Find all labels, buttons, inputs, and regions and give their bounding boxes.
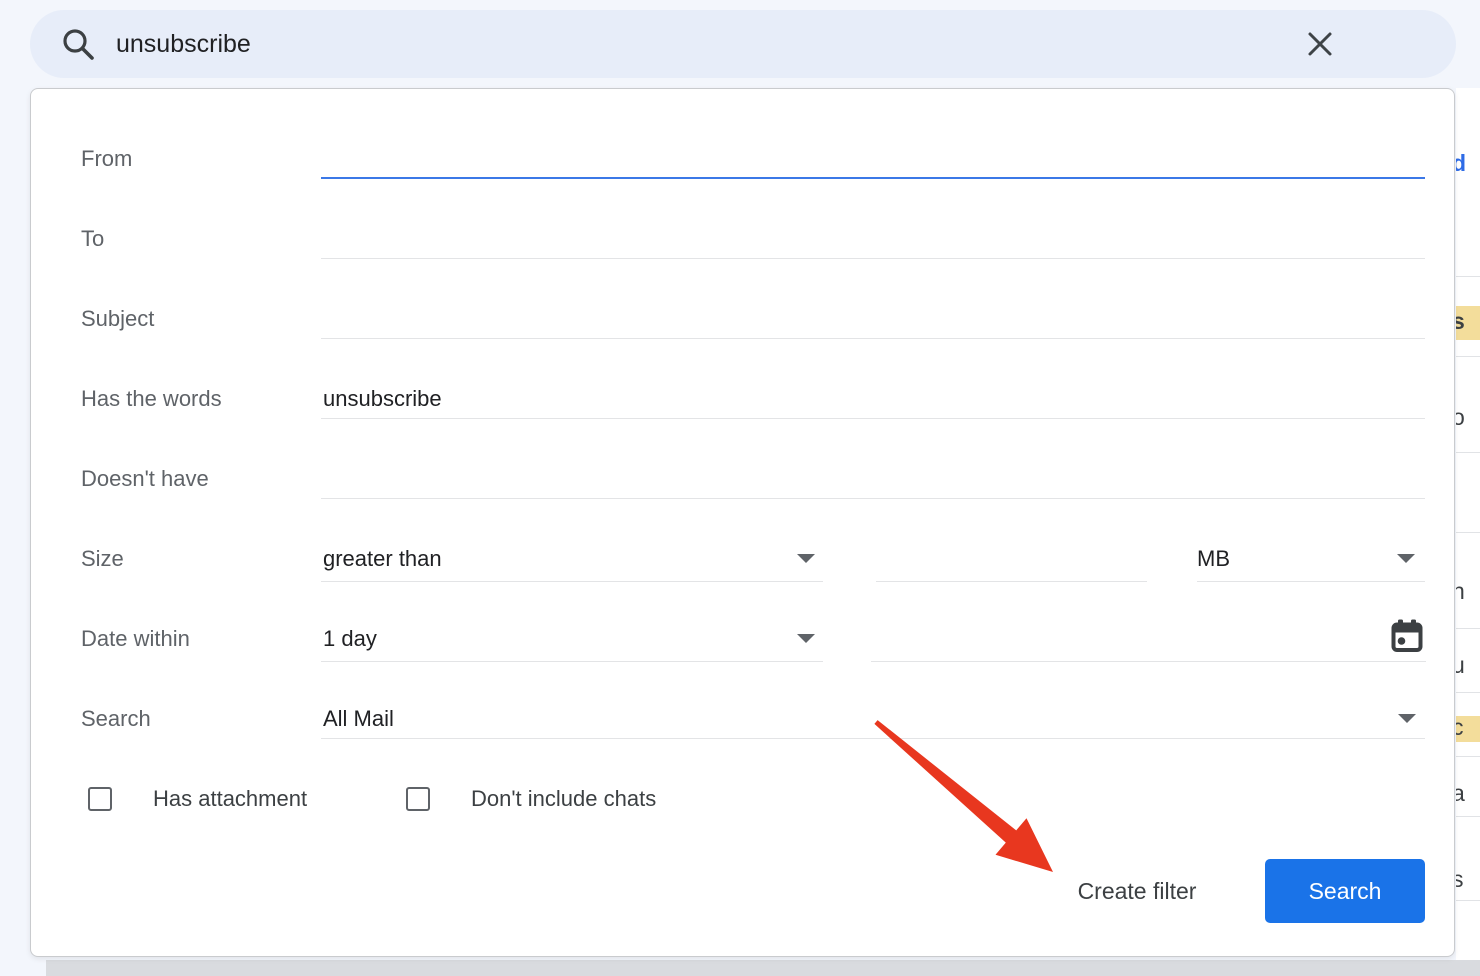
dont-include-chats-checkbox[interactable]	[406, 787, 430, 811]
size-label: Size	[81, 546, 124, 572]
gmail-search-filter-page: d s o ' n u c a s From To	[0, 0, 1480, 976]
size-amount-input[interactable]	[876, 581, 1147, 582]
date-within-label: Date within	[81, 626, 190, 652]
background-bottom-divider	[46, 960, 1480, 976]
doesnt-have-label: Doesn't have	[81, 466, 209, 492]
has-attachment-label: Has attachment	[153, 786, 307, 812]
create-filter-button[interactable]: Create filter	[1057, 867, 1217, 915]
from-label: From	[81, 146, 132, 172]
close-search-button[interactable]	[1300, 24, 1340, 64]
close-icon	[1304, 28, 1336, 60]
email-row-divider	[1456, 756, 1480, 757]
has-words-value[interactable]: unsubscribe	[323, 386, 442, 412]
search-scope-label: Search	[81, 706, 151, 732]
search-scope-dropdown[interactable]	[321, 738, 1425, 739]
search-filter-dialog: From To Subject Has the words unsubscrib…	[30, 88, 1455, 957]
email-text-fragment: s	[1456, 308, 1465, 335]
has-attachment-checkbox[interactable]	[88, 787, 112, 811]
email-row-divider	[1456, 452, 1480, 453]
size-operator-value: greater than	[323, 546, 442, 572]
size-unit-dropdown[interactable]	[1197, 581, 1425, 582]
search-bar[interactable]	[30, 10, 1456, 78]
date-range-dropdown[interactable]	[321, 661, 823, 662]
doesnt-have-input[interactable]	[321, 498, 1425, 499]
email-text-fragment: d	[1456, 150, 1466, 177]
date-range-chevron-down-icon[interactable]	[797, 634, 815, 643]
date-range-value: 1 day	[323, 626, 377, 652]
email-row-divider	[1456, 276, 1480, 277]
dont-include-chats-label: Don't include chats	[471, 786, 656, 812]
search-input[interactable]	[116, 30, 1300, 59]
search-icon	[60, 26, 96, 62]
email-text-fragment: n	[1456, 578, 1465, 605]
search-scope-value: All Mail	[323, 706, 394, 732]
background-email-list-strip: d s o ' n u c a s	[1456, 88, 1480, 976]
email-text-fragment: c	[1456, 714, 1464, 741]
calendar-icon[interactable]	[1391, 619, 1423, 653]
has-words-input[interactable]	[321, 418, 1425, 419]
size-operator-dropdown[interactable]	[321, 581, 823, 582]
email-row-divider	[1456, 692, 1480, 693]
email-row-divider	[1456, 900, 1480, 901]
search-scope-chevron-down-icon[interactable]	[1398, 714, 1416, 723]
email-row-divider	[1456, 532, 1480, 533]
subject-input[interactable]	[321, 338, 1425, 339]
has-words-label: Has the words	[81, 386, 222, 412]
email-text-fragment: a	[1456, 780, 1465, 807]
email-row-divider	[1456, 356, 1480, 357]
subject-label: Subject	[81, 306, 154, 332]
email-row-divider	[1456, 816, 1480, 817]
from-input[interactable]	[321, 177, 1425, 179]
to-label: To	[81, 226, 104, 252]
email-row-divider	[1456, 628, 1480, 629]
date-input[interactable]	[871, 661, 1426, 662]
size-unit-chevron-down-icon[interactable]	[1397, 554, 1415, 563]
to-input[interactable]	[321, 258, 1425, 259]
search-button[interactable]: Search	[1265, 859, 1425, 923]
email-text-fragment: o	[1456, 404, 1465, 431]
size-unit-value: MB	[1197, 546, 1230, 572]
email-text-fragment: s	[1456, 866, 1464, 893]
size-operator-chevron-down-icon[interactable]	[797, 554, 815, 563]
email-text-fragment: u	[1456, 652, 1465, 679]
